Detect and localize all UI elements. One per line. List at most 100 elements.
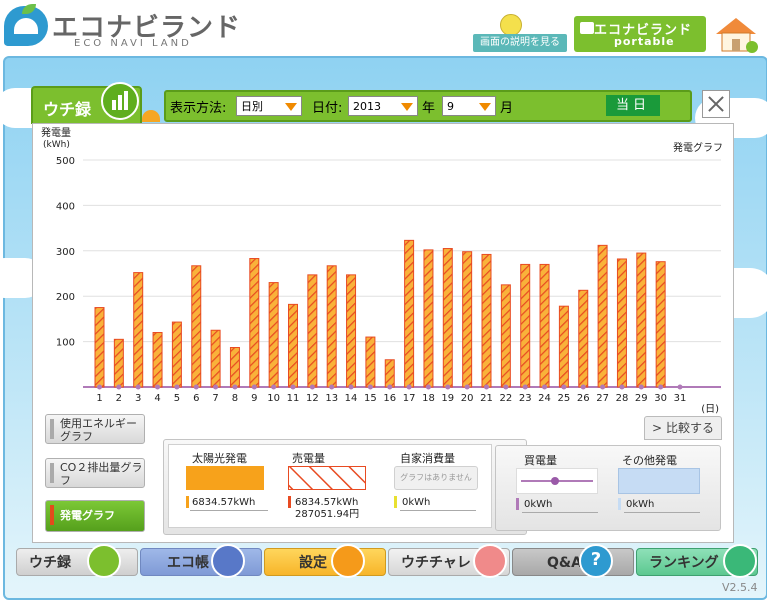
other-value: 0kWh <box>626 499 655 510</box>
bar <box>171 321 182 388</box>
bar <box>442 248 453 388</box>
x-tick-label: 19 <box>441 393 454 404</box>
mode-label: 表示方法: <box>170 101 227 116</box>
x-tick-label: 4 <box>154 393 160 404</box>
main-panel: 発電量 (kWh) 発電グラフ 100 200 300 400 500 1 2 3 4 5 6 7 8 9 10 1… <box>32 123 734 543</box>
legend-panel-other: 買電量 0kWh その他発電 0kWh <box>495 445 721 531</box>
y-tick-label: 100 <box>56 338 75 349</box>
baseline-dot <box>251 384 257 390</box>
portable-button[interactable]: エコナビランド portable <box>574 16 706 52</box>
y-tick-label: 500 <box>56 156 75 167</box>
nav-qa[interactable]: Q&A ? <box>512 544 634 578</box>
y-tick-label: 400 <box>56 201 75 212</box>
baseline-dot <box>232 384 238 390</box>
y-axis-unit: (kWh) <box>43 140 70 150</box>
baseline-dot <box>561 384 567 390</box>
logo-subtitle: ECO NAVI LAND <box>74 38 192 49</box>
solar-mark <box>186 496 189 508</box>
chart-title: 発電グラフ <box>673 141 723 154</box>
co2-graph-label: CO２排出量グラフ <box>60 461 143 487</box>
x-tick-label: 16 <box>383 393 396 404</box>
toolbar: 表示方法: 日別 日付: 2013 年 9 月 当日 <box>164 90 692 122</box>
bar <box>249 258 260 388</box>
bar <box>616 258 627 388</box>
today-button[interactable]: 当日 <box>606 95 660 116</box>
year-unit: 年 <box>422 101 436 116</box>
nav-ecocho[interactable]: エコ帳 <box>140 544 262 578</box>
baseline-dot <box>484 384 489 390</box>
baseline-dot <box>155 384 161 390</box>
close-icon[interactable] <box>702 90 730 118</box>
bar <box>346 274 357 388</box>
nav-settings[interactable]: 設定 <box>264 544 386 578</box>
sold-title: 売電量 <box>292 452 325 465</box>
chevron-down-icon <box>285 103 297 111</box>
divider <box>624 512 700 513</box>
baseline-dot <box>406 384 412 390</box>
baseline-dot <box>367 384 373 390</box>
nav-ecocho-label: エコ帳 <box>167 555 209 571</box>
nav-uchiroku-label: ウチ録 <box>29 555 71 571</box>
month-select[interactable]: 9 <box>442 96 496 116</box>
energy-graph-button[interactable]: 使用エネルギーグラフ <box>45 414 145 444</box>
baseline-dot <box>97 384 102 390</box>
sold-mark <box>288 496 291 508</box>
x-tick-label: 6 <box>193 393 199 404</box>
baseline-dot <box>677 384 683 390</box>
button-marker <box>50 463 54 483</box>
divider <box>522 512 598 513</box>
baseline-dot <box>503 384 509 390</box>
baseline-dot <box>213 384 219 390</box>
power-graph-label: 発電グラフ <box>60 509 115 522</box>
baseline-dot <box>135 384 141 390</box>
x-tick-label: 22 <box>499 393 512 404</box>
bar <box>558 305 569 388</box>
bought-mark <box>516 498 519 510</box>
bar <box>307 274 318 388</box>
x-tick-label: 29 <box>635 393 648 404</box>
x-tick-label: 2 <box>116 393 122 404</box>
bar-chart-icon <box>101 82 139 120</box>
x-tick-label: 3 <box>135 393 141 404</box>
y-tick-label: 300 <box>56 247 75 258</box>
energy-graph-label: 使用エネルギーグラフ <box>60 417 137 443</box>
x-tick-label: 12 <box>306 393 319 404</box>
bar <box>268 282 279 388</box>
co2-graph-button[interactable]: CO２排出量グラフ <box>45 458 145 488</box>
baseline-dot <box>619 384 625 390</box>
bar <box>384 359 395 388</box>
tab-uchiroku: ウチ録 <box>31 82 142 124</box>
nav-ranking[interactable]: ランキング <box>636 544 758 578</box>
solar-title: 太陽光発電 <box>192 452 247 465</box>
baseline-dot <box>387 384 393 390</box>
mode-select[interactable]: 日別 <box>236 96 302 116</box>
power-graph-button[interactable]: 発電グラフ <box>45 500 145 532</box>
x-tick-label: 26 <box>577 393 590 404</box>
other-mark <box>618 498 621 510</box>
solar-value: 6834.57kWh <box>192 497 256 508</box>
divider <box>400 510 476 511</box>
self-title: 自家消費量 <box>400 452 455 465</box>
baseline-dot <box>174 384 180 390</box>
portable-subtitle: portable <box>614 35 675 48</box>
help-button[interactable]: 画面の説明を見る <box>473 34 567 52</box>
nav-uchichare[interactable]: ウチチャレ <box>388 544 510 578</box>
portable-logo-icon <box>580 22 594 34</box>
baseline-dot <box>464 384 470 390</box>
x-tick-label: 9 <box>251 393 257 404</box>
x-tick-label: 10 <box>267 393 280 404</box>
year-select-value: 2013 <box>353 100 381 113</box>
bar <box>597 244 608 388</box>
date-label: 日付: <box>312 101 343 116</box>
nav-qa-label: Q&A <box>547 555 582 571</box>
bar <box>210 329 221 388</box>
compare-tab[interactable]: > 比較する <box>644 416 722 440</box>
x-tick-label: 25 <box>558 393 571 404</box>
power-chart: 発電量(kWh) 発電グラフ1002003004005001 2 3 4 5 6 7 8 9 10 1… <box>41 126 723 414</box>
nav-uchiroku[interactable]: ウチ録 <box>16 544 138 578</box>
year-select[interactable]: 2013 <box>348 96 418 116</box>
bar <box>113 338 124 388</box>
nav-ranking-label: ランキング <box>649 555 719 571</box>
bought-title: 買電量 <box>524 454 557 467</box>
home-icon[interactable] <box>712 14 760 54</box>
